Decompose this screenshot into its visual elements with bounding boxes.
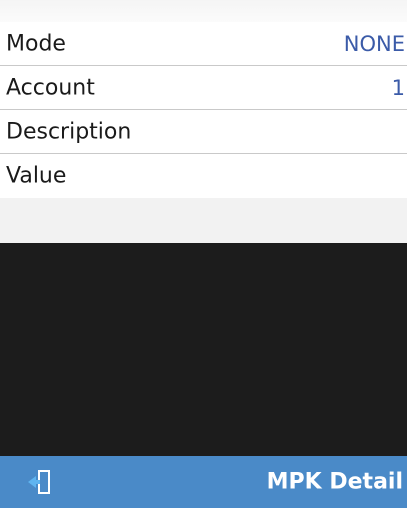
account-value: 1 <box>391 75 405 100</box>
back-arrow-icon[interactable] <box>26 468 60 496</box>
mode-value: NONE <box>343 31 405 56</box>
account-label: Account <box>6 75 95 100</box>
detail-list: Mode NONE Account 1 Description Value <box>0 22 407 198</box>
row-account[interactable]: Account 1 <box>0 66 407 110</box>
row-value[interactable]: Value <box>0 154 407 198</box>
mode-label: Mode <box>6 31 66 56</box>
screen-title: MPK Detail <box>266 469 403 495</box>
value-label: Value <box>6 163 67 189</box>
top-strip <box>0 0 407 22</box>
empty-content-area <box>0 243 407 456</box>
row-description[interactable]: Description <box>0 110 407 154</box>
mpk-detail-screen: Mode NONE Account 1 Description Value MP… <box>0 0 407 508</box>
description-label: Description <box>6 119 132 144</box>
bottom-bar: MPK Detail <box>0 456 407 508</box>
row-mode[interactable]: Mode NONE <box>0 22 407 66</box>
